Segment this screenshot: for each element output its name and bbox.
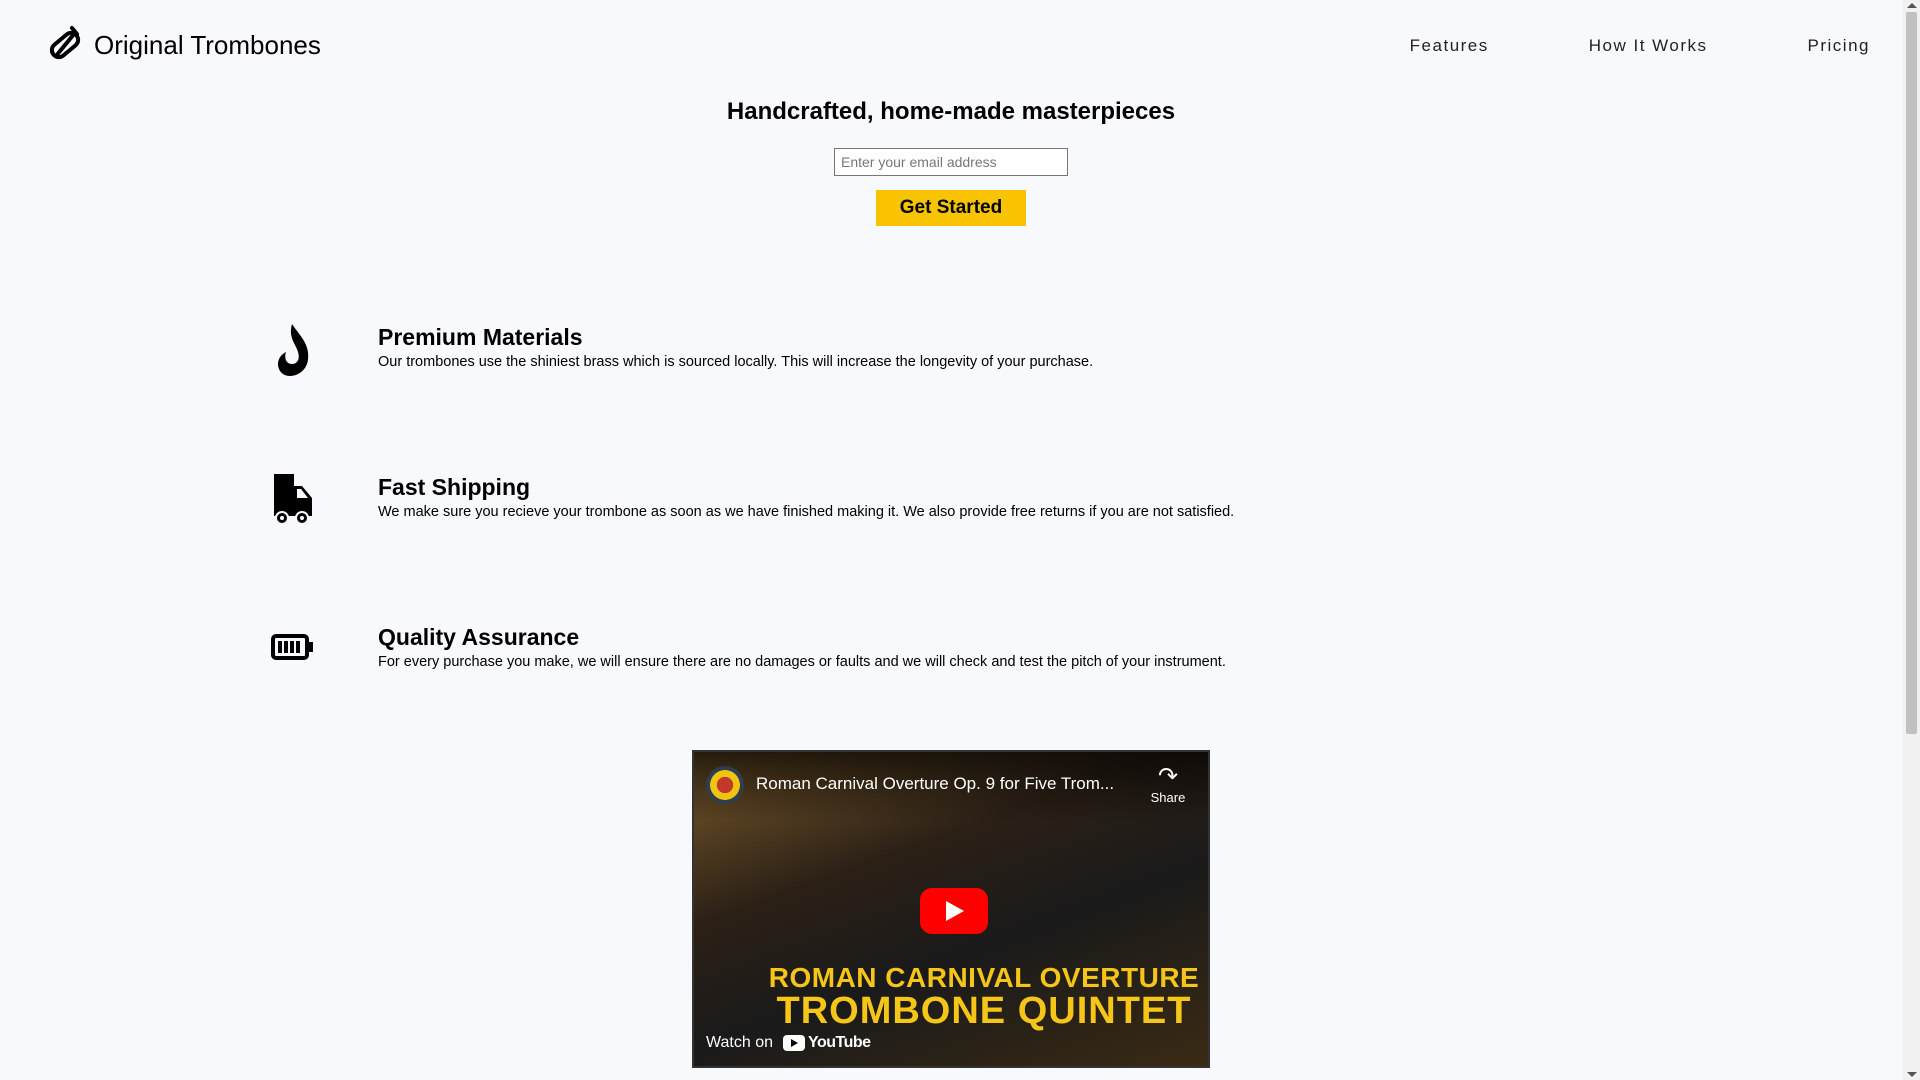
scroll-up-arrow-icon[interactable]: [1907, 3, 1917, 8]
share-button[interactable]: ↷ Share: [1146, 764, 1190, 826]
channel-avatar[interactable]: [706, 766, 744, 804]
page-scrollbar[interactable]: [1903, 0, 1920, 1080]
scroll-down-arrow-icon[interactable]: [1907, 1072, 1917, 1077]
feature-title: Quality Assurance: [378, 624, 580, 650]
hero-section: Handcrafted, home-made masterpieces Get …: [0, 98, 1902, 226]
email-input[interactable]: [834, 148, 1068, 176]
get-started-button[interactable]: Get Started: [876, 190, 1026, 226]
battery-icon: [271, 634, 313, 660]
nav-link-how-it-works[interactable]: How It Works: [1589, 36, 1708, 56]
feature-title: Fast Shipping: [378, 474, 531, 500]
feature-title: Premium Materials: [378, 324, 583, 350]
feature-fast-shipping: Fast Shipping We make sure you recieve y…: [270, 472, 1670, 552]
youtube-video-embed[interactable]: Roman Carnival Overture Op. 9 for Five T…: [692, 750, 1210, 1068]
video-title[interactable]: Roman Carnival Overture Op. 9 for Five T…: [756, 774, 1114, 794]
feature-text: We make sure you recieve your trombone a…: [378, 504, 1235, 520]
feature-premium-materials: Premium Materials Our trombones use the …: [270, 322, 1670, 402]
brand-logo[interactable]: Original Trombones: [44, 24, 321, 66]
fire-icon: [278, 324, 309, 376]
video-caption: ROMAN CARNIVAL OVERTURE TROMBONE QUINTET: [764, 962, 1204, 1033]
youtube-play-icon: [783, 1035, 805, 1051]
scrollbar-thumb[interactable]: [1906, 12, 1917, 734]
play-button[interactable]: [920, 888, 988, 934]
watch-on-youtube-link[interactable]: Watch on YouTube: [706, 1034, 871, 1052]
truck-icon: [274, 474, 312, 525]
feature-text: Our trombones use the shiniest brass whi…: [378, 354, 1094, 370]
main-nav: Features How It Works Pricing: [1310, 36, 1870, 56]
trombone-logo-icon: [49, 26, 81, 60]
nav-link-features[interactable]: Features: [1410, 36, 1489, 56]
feature-quality-assurance: Quality Assurance For every purchase you…: [270, 622, 1670, 702]
watch-on-label: Watch on: [706, 1034, 773, 1051]
hero-title: Handcrafted, home-made masterpieces: [726, 98, 1176, 125]
caption-line-2: TROMBONE QUINTET: [776, 990, 1192, 1032]
youtube-logo: YouTube: [783, 1034, 871, 1052]
share-icon: ↷: [1157, 763, 1179, 790]
youtube-wordmark: YouTube: [808, 1034, 871, 1051]
share-label: Share: [1150, 790, 1186, 805]
brand-name: Original Trombones: [94, 29, 321, 60]
nav-link-pricing[interactable]: Pricing: [1808, 36, 1870, 56]
site-header: Original Trombones Features How It Works…: [0, 0, 1900, 92]
feature-text: For every purchase you make, we will ens…: [378, 654, 1226, 670]
